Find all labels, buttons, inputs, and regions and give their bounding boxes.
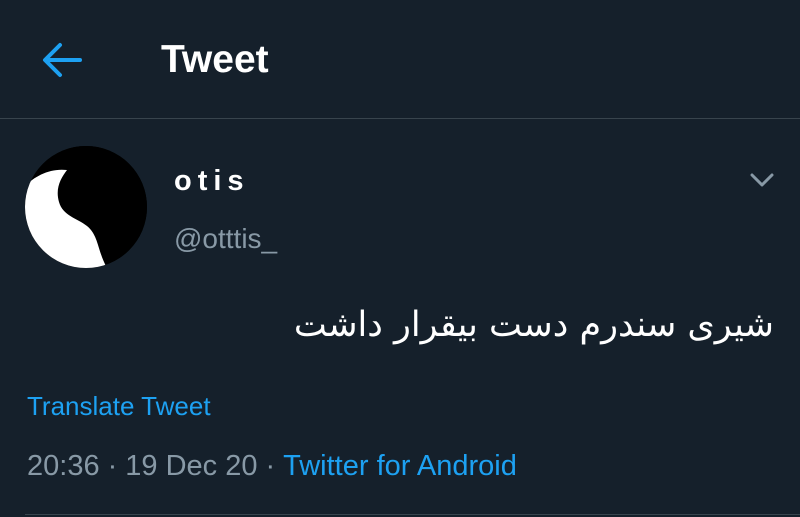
arrow-left-icon — [43, 43, 82, 77]
tweet-date: 19 Dec 20 — [125, 450, 258, 482]
separator: · — [265, 450, 276, 482]
more-options-button[interactable] — [746, 166, 778, 194]
separator: · — [107, 450, 118, 482]
tweet-time: 20:36 — [27, 450, 100, 482]
top-bar: Tweet — [0, 0, 800, 119]
tweet-source-link[interactable]: Twitter for Android — [283, 450, 517, 482]
translate-tweet-link[interactable]: Translate Tweet — [27, 391, 211, 421]
page-title: Tweet — [161, 38, 269, 81]
avatar[interactable] — [25, 146, 147, 268]
tweet-text: شیری سندرم دست بیقرار داشت — [293, 305, 774, 345]
chevron-down-icon — [750, 173, 774, 187]
author-handle[interactable]: @otttis_ — [174, 222, 277, 256]
profile-avatar — [25, 146, 147, 268]
divider — [25, 514, 800, 515]
back-button[interactable] — [40, 40, 84, 80]
author-display-name[interactable]: otis — [174, 164, 250, 198]
tweet-metadata: 20:36 · 19 Dec 20 · Twitter for Android — [27, 449, 517, 483]
